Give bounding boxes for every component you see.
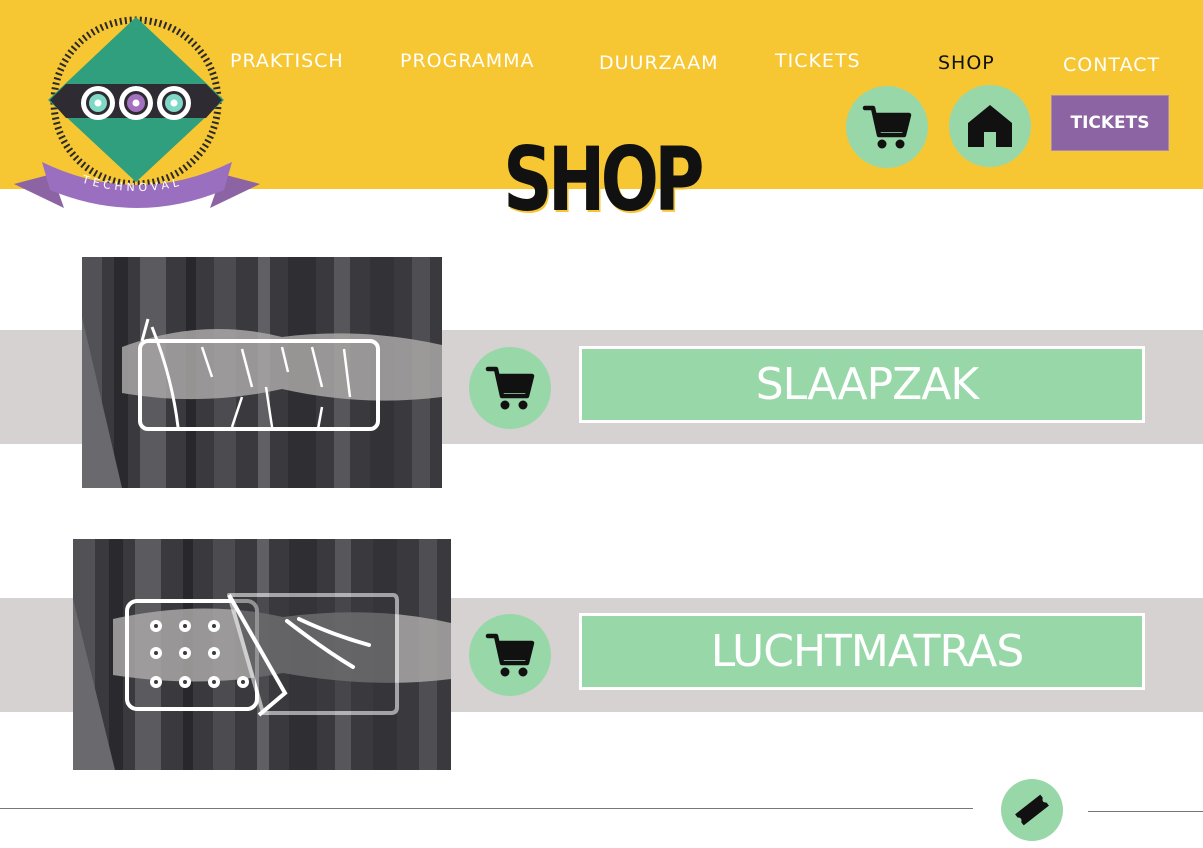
product-image-slaapzak[interactable]	[82, 257, 442, 488]
product-name-luchtmatras[interactable]: LUCHTMATRAS	[579, 613, 1145, 690]
shopping-cart-icon	[485, 366, 535, 410]
sleeping-bag-sketch	[82, 257, 442, 488]
add-to-cart-slaapzak[interactable]	[469, 347, 551, 429]
page-title: SHOP	[503, 128, 705, 231]
product-name-slaapzak[interactable]: SLAAPZAK	[579, 346, 1145, 423]
nav-programma[interactable]: PROGRAMMA	[400, 50, 535, 72]
nav-tickets[interactable]: TICKETS	[775, 50, 861, 72]
shopping-cart-icon	[485, 633, 535, 677]
footer-ticket-button[interactable]	[1001, 779, 1063, 841]
nav-praktisch[interactable]: PRAKTISCH	[230, 50, 344, 72]
nav-shop[interactable]: SHOP	[938, 52, 995, 74]
add-to-cart-luchtmatras[interactable]	[469, 614, 551, 696]
nav-contact[interactable]: CONTACT	[1063, 54, 1160, 76]
footer-divider	[1088, 811, 1203, 812]
footer-divider	[0, 808, 973, 809]
nav-duurzaam[interactable]: DUURZAAM	[599, 52, 719, 74]
air-mattress-sketch	[73, 539, 451, 770]
product-image-luchtmatras[interactable]	[73, 539, 451, 770]
ticket-icon	[1015, 794, 1049, 826]
